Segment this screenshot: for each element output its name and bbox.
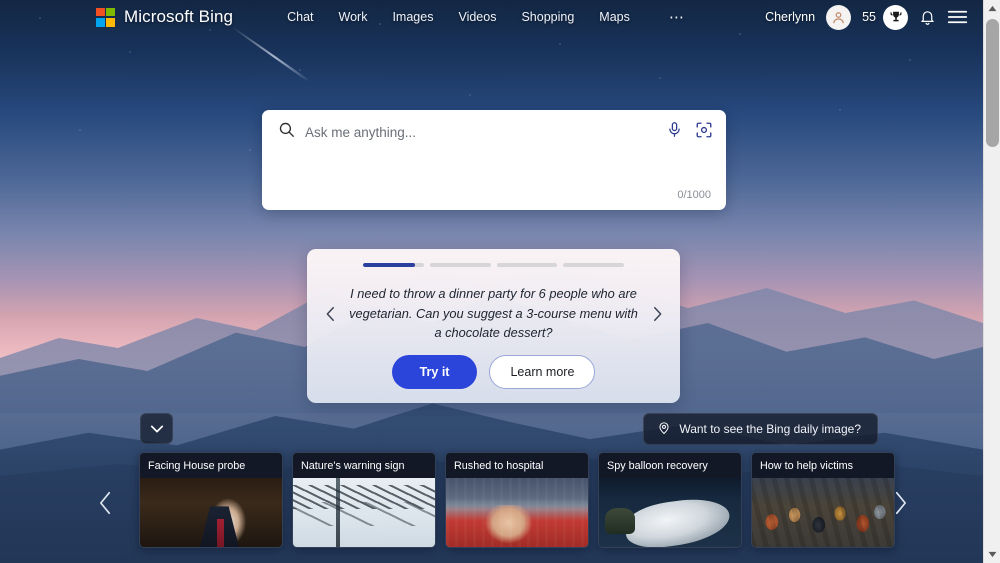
search-box[interactable]: 0/1000: [262, 110, 726, 210]
suggestion-body: I need to throw a dinner party for 6 peo…: [307, 267, 680, 361]
suggestion-prev-chevron-left-icon[interactable]: [315, 305, 345, 323]
nav-item-maps[interactable]: Maps: [599, 10, 630, 24]
news-next-chevron-right-icon[interactable]: [883, 483, 917, 523]
hamburger-menu-icon[interactable]: [947, 9, 968, 25]
rewards-count: 55: [862, 10, 876, 24]
news-card[interactable]: How to help victims: [751, 452, 895, 548]
news-card-image: [599, 478, 741, 547]
scroll-down-arrow-icon[interactable]: [984, 546, 1000, 563]
rewards-group[interactable]: 55: [862, 4, 908, 30]
suggestion-next-chevron-right-icon[interactable]: [642, 305, 672, 323]
trophy-icon[interactable]: [883, 4, 908, 30]
microphone-icon[interactable]: [666, 121, 683, 143]
microsoft-logo-icon: [96, 7, 115, 27]
try-it-button[interactable]: Try it: [391, 354, 478, 389]
progress-segment-4[interactable]: [563, 263, 624, 267]
search-icon: [278, 121, 295, 143]
news-card-image: [446, 478, 588, 547]
suggestion-prompt-text: I need to throw a dinner party for 6 peo…: [349, 285, 638, 341]
brand-name: Microsoft Bing: [124, 7, 234, 26]
bing-daily-image-label: Want to see the Bing daily image?: [679, 422, 861, 436]
progress-segment-3[interactable]: [496, 263, 558, 267]
bing-daily-image-button[interactable]: Want to see the Bing daily image?: [643, 413, 878, 445]
nav-item-shopping[interactable]: Shopping: [521, 10, 574, 24]
news-carousel: Facing House probe Nature's warning sign…: [139, 452, 895, 548]
visual-search-icon[interactable]: [695, 121, 713, 144]
news-card-image: [140, 478, 282, 547]
learn-more-button[interactable]: Learn more: [489, 354, 596, 389]
suggestion-actions: Try it Learn more: [307, 354, 680, 389]
news-card-image: [752, 478, 894, 547]
carousel-progress-indicator: [307, 249, 680, 267]
news-card-title: Rushed to hospital: [446, 453, 588, 478]
collapse-chevron-down-icon[interactable]: [140, 413, 173, 444]
nav-item-images[interactable]: Images: [392, 10, 433, 24]
header-right-group: Cherlynn 55: [765, 4, 968, 30]
nav-item-work[interactable]: Work: [339, 10, 368, 24]
news-card-image: [293, 478, 435, 547]
nav-item-chat[interactable]: Chat: [287, 10, 313, 24]
scrollbar-thumb[interactable]: [986, 19, 999, 147]
page-scrollbar[interactable]: [983, 0, 1000, 563]
main-nav: Chat Work Images Videos Shopping Maps ⋯: [287, 10, 685, 25]
news-card[interactable]: Nature's warning sign: [292, 452, 436, 548]
top-navigation-bar: Microsoft Bing Chat Work Images Videos S…: [0, 0, 983, 34]
search-input[interactable]: [305, 124, 656, 140]
nav-item-videos[interactable]: Videos: [458, 10, 496, 24]
user-avatar-icon[interactable]: [826, 4, 852, 30]
news-card[interactable]: Spy balloon recovery: [598, 452, 742, 548]
search-action-icons: [666, 121, 713, 144]
suggestion-carousel-card: I need to throw a dinner party for 6 peo…: [307, 249, 680, 403]
news-prev-chevron-left-icon[interactable]: [88, 483, 122, 523]
location-pin-icon: [657, 421, 671, 438]
user-name-label: Cherlynn: [765, 10, 816, 24]
news-card-title: Spy balloon recovery: [599, 453, 741, 478]
character-counter: 0/1000: [677, 189, 711, 201]
nav-overflow-icon[interactable]: ⋯: [669, 10, 686, 25]
brand-logo-link[interactable]: Microsoft Bing: [96, 7, 233, 27]
progress-segment-2[interactable]: [429, 263, 491, 267]
bing-homepage: Microsoft Bing Chat Work Images Videos S…: [0, 0, 1000, 563]
news-card[interactable]: Facing House probe: [139, 452, 283, 548]
news-card[interactable]: Rushed to hospital: [445, 452, 589, 548]
search-input-row: [262, 110, 726, 154]
progress-segment-1[interactable]: [363, 263, 424, 267]
scroll-up-arrow-icon[interactable]: [984, 0, 1000, 17]
news-card-title: Nature's warning sign: [293, 453, 435, 478]
news-card-title: How to help victims: [752, 453, 894, 478]
news-card-title: Facing House probe: [140, 453, 282, 478]
notifications-bell-icon[interactable]: [919, 9, 936, 26]
